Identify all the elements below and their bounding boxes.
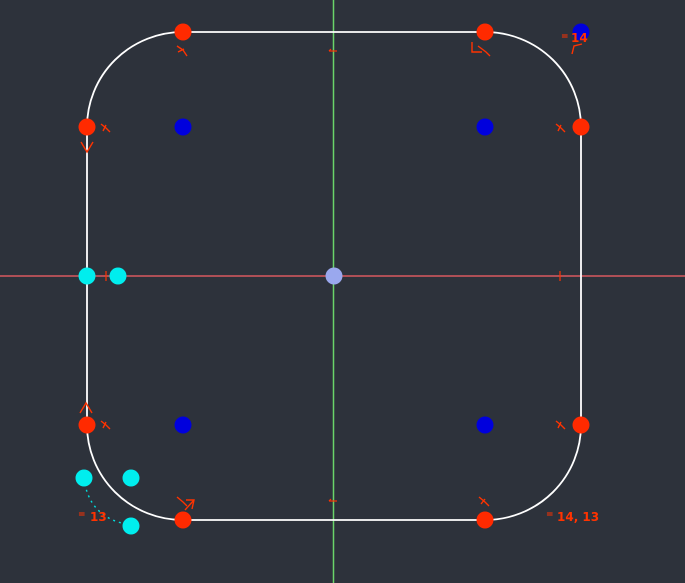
- endpoint-right-top[interactable]: [572, 118, 590, 136]
- tangent-icon-top-right[interactable]: [471, 42, 491, 57]
- constraint-label-bottom-left[interactable]: = 13: [78, 510, 107, 524]
- selected-point-left-mid-2[interactable]: [109, 267, 127, 285]
- tangent-icon-left-bottom[interactable]: [100, 420, 111, 430]
- tangent-icon-bottom-left[interactable]: [176, 496, 195, 511]
- sketch-canvas[interactable]: = 14 = 13 = 14, 13: [0, 0, 685, 583]
- selected-arc-point-c[interactable]: [122, 517, 140, 535]
- coincident-arrow-left-bottom[interactable]: [79, 401, 93, 414]
- selected-point-left-mid[interactable]: [78, 267, 96, 285]
- endpoint-left-top[interactable]: [78, 118, 96, 136]
- arc-center-bottom-right[interactable]: [476, 416, 494, 434]
- endpoint-top-left[interactable]: [174, 23, 192, 41]
- equal-symbol: =: [546, 510, 554, 520]
- tangent-icon-right-bottom[interactable]: [555, 420, 566, 430]
- arc-center-bottom-left[interactable]: [174, 416, 192, 434]
- equal-symbol: =: [561, 32, 569, 42]
- endpoint-bottom-right[interactable]: [476, 511, 494, 529]
- endpoint-left-bottom[interactable]: [78, 416, 96, 434]
- arc-center-top-left[interactable]: [174, 118, 192, 136]
- constraint-label-top-right[interactable]: = 14: [561, 31, 588, 45]
- tangent-icon-right-top[interactable]: [555, 123, 566, 133]
- tangent-icon-top-right-corner[interactable]: [571, 43, 583, 55]
- constraint-label-bottom-right[interactable]: = 14, 13: [546, 510, 599, 524]
- tangent-icon-bottom-right[interactable]: [478, 496, 490, 507]
- equal-symbol: =: [78, 510, 86, 520]
- selected-arc-point-b[interactable]: [122, 469, 140, 487]
- constraint-value: 13: [90, 510, 107, 524]
- endpoint-top-right[interactable]: [476, 23, 494, 41]
- constraint-value: 14, 13: [557, 510, 599, 524]
- tangent-icon-left-top[interactable]: [100, 123, 111, 133]
- tangent-icon-top-left[interactable]: [176, 45, 188, 57]
- arc-center-top-right[interactable]: [476, 118, 494, 136]
- origin-point[interactable]: [325, 267, 343, 285]
- endpoint-bottom-left[interactable]: [174, 511, 192, 529]
- endpoint-right-bottom[interactable]: [572, 416, 590, 434]
- constraint-value: 14: [571, 31, 588, 45]
- selected-arc-point-a[interactable]: [75, 469, 93, 487]
